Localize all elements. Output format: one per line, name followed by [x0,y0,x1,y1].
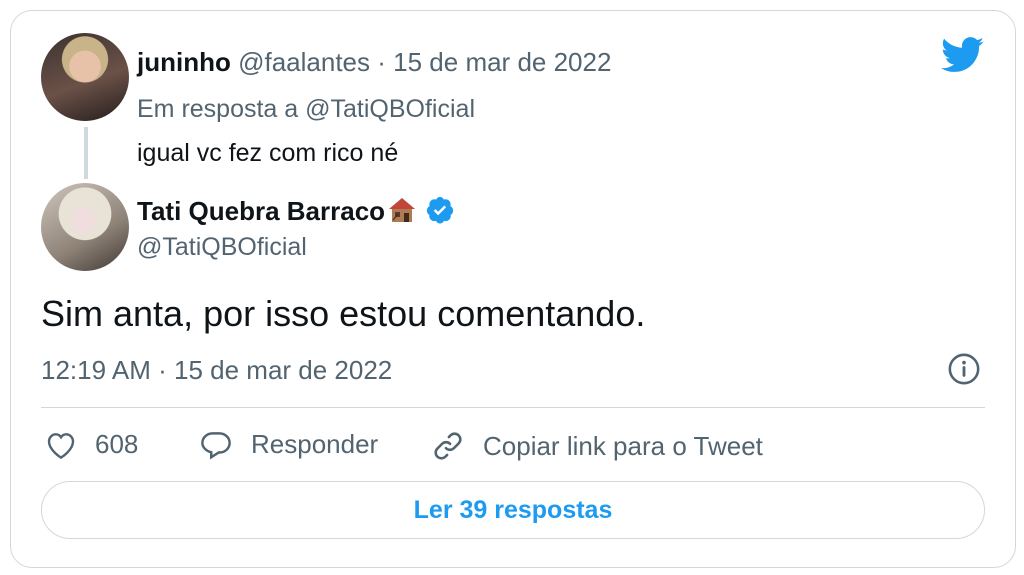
tweet-date[interactable]: 15 de mar de 2022 [174,355,392,385]
heart-icon [47,432,75,459]
reply-author-line: juninho @faalantes · 15 de mar de 2022 [137,47,611,78]
avatar-juninho[interactable] [41,33,129,121]
reply-display-name[interactable]: juninho [137,47,231,77]
copy-link-button[interactable]: Copiar link para o Tweet [431,429,763,463]
embedded-tweet-card: juninho @faalantes · 15 de mar de 2022 E… [10,10,1016,568]
thread-connector-line [84,127,88,179]
tweet-time-separator: · [158,355,167,385]
twitter-bird-icon[interactable] [941,37,985,73]
actions-divider [41,407,985,408]
like-button[interactable]: 608 [45,429,138,460]
in-reply-to-handle[interactable]: @TatiQBOficial [305,95,475,123]
reply-text: igual vc fez com rico né [137,139,399,167]
main-display-name[interactable]: Tati Quebra Barraco [137,196,385,226]
info-icon[interactable] [947,352,981,386]
speech-bubble-icon [201,431,231,460]
in-reply-to-prefix: Em resposta a [137,95,299,123]
main-tweet-text: Sim anta, por isso estou comentando. [41,293,646,334]
avatar-tati[interactable] [41,183,129,271]
main-author-line: Tati Quebra Barraco [137,195,455,227]
verified-badge-icon [426,196,454,224]
reply-date[interactable]: 15 de mar de 2022 [393,47,611,77]
read-replies-button[interactable]: Ler 39 respostas [41,481,985,539]
reply-label: Responder [251,429,379,459]
reply-separator: · [377,47,386,77]
like-count: 608 [95,429,139,459]
in-reply-to-line: Em resposta a @TatiQBOficial [137,95,475,124]
main-handle[interactable]: @TatiQBOficial [137,233,307,262]
copy-link-label: Copiar link para o Tweet [483,430,763,461]
reply-handle[interactable]: @faalantes [238,47,370,77]
house-emoji-icon [389,198,416,222]
link-icon [434,432,462,460]
reply-button[interactable]: Responder [199,429,378,460]
tweet-time[interactable]: 12:19 AM [41,355,151,385]
tweet-timestamp[interactable]: 12:19 AM · 15 de mar de 2022 [41,355,392,386]
